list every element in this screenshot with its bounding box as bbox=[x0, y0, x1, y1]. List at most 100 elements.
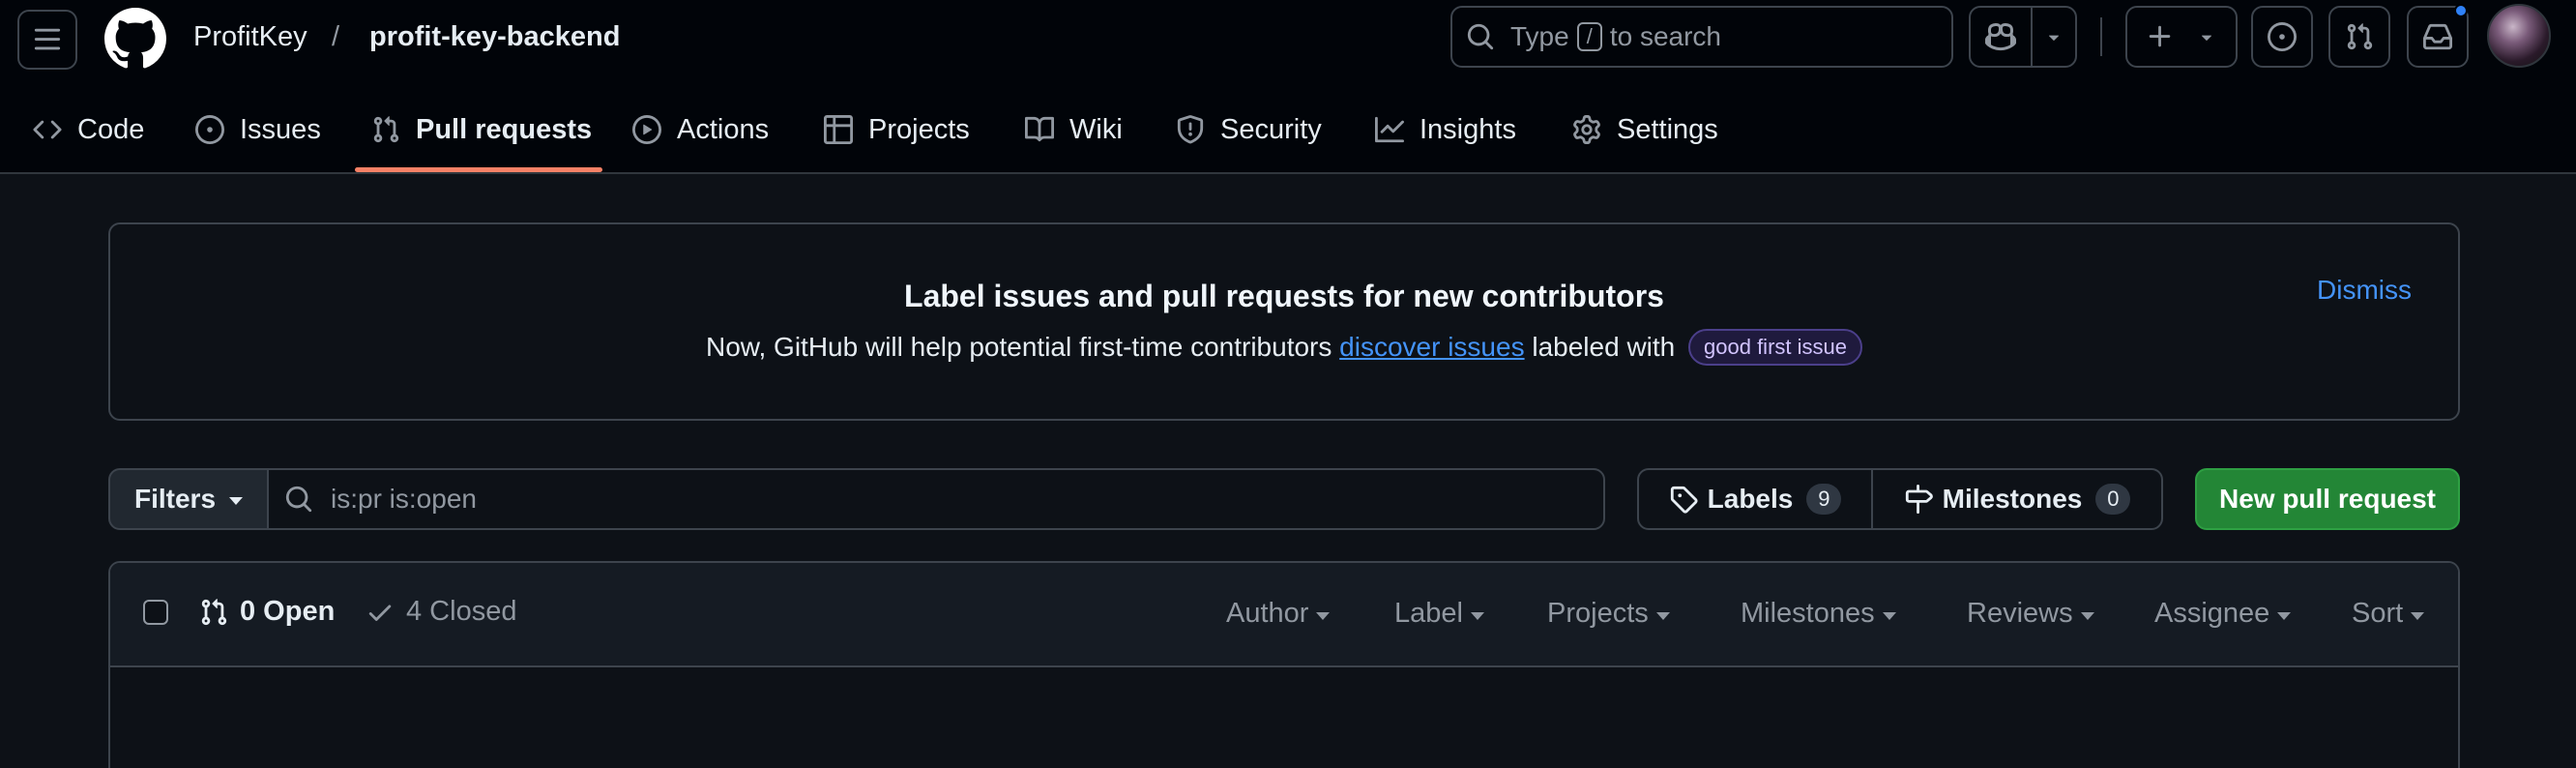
labels-button[interactable]: Labels 9 bbox=[1639, 470, 1873, 528]
filters-label: Filters bbox=[133, 484, 217, 514]
triangle-down-icon bbox=[2043, 26, 2064, 47]
banner-title: Label issues and pull requests for new c… bbox=[904, 279, 1664, 313]
good-first-issue-label[interactable]: good first issue bbox=[1688, 329, 1862, 366]
labels-label: Labels bbox=[1707, 484, 1794, 514]
assignee-filter[interactable]: Assignee bbox=[2154, 598, 2292, 630]
gear-icon bbox=[1572, 115, 1601, 144]
search-suffix: to search bbox=[1609, 21, 1721, 51]
projects-filter-label: Projects bbox=[1547, 598, 1649, 629]
tab-label: Pull requests bbox=[416, 113, 593, 145]
table-icon bbox=[824, 115, 853, 144]
triangle-down-icon bbox=[2411, 611, 2425, 620]
triangle-down-icon bbox=[1470, 611, 1484, 620]
pull-request-icon bbox=[2345, 22, 2374, 51]
graph-icon bbox=[1375, 115, 1404, 144]
dismiss-button[interactable]: Dismiss bbox=[2317, 275, 2412, 306]
triangle-down-icon bbox=[2277, 611, 2292, 620]
avatar[interactable] bbox=[2487, 4, 2551, 68]
triangle-down-icon bbox=[1316, 611, 1331, 620]
search-prefix: Type bbox=[1510, 21, 1569, 51]
tab-wiki[interactable]: Wiki bbox=[1025, 108, 1123, 151]
create-new-button[interactable] bbox=[2125, 6, 2238, 68]
open-count: 0 Open bbox=[240, 596, 336, 627]
triangle-down-icon bbox=[2196, 26, 2217, 47]
active-tab-indicator bbox=[355, 167, 602, 172]
milestones-button[interactable]: Milestones 0 bbox=[1873, 470, 2161, 528]
tab-settings[interactable]: Settings bbox=[1572, 108, 1718, 151]
search-icon bbox=[1466, 22, 1495, 51]
play-icon bbox=[632, 115, 661, 144]
labels-milestones-group: Labels 9 Milestones 0 bbox=[1637, 468, 2163, 530]
milestones-filter-label: Milestones bbox=[1741, 598, 1875, 629]
milestones-filter[interactable]: Milestones bbox=[1741, 598, 1896, 630]
tab-label: Security bbox=[1220, 113, 1322, 145]
issue-opened-icon bbox=[195, 115, 224, 144]
filters-button[interactable]: Filters bbox=[108, 468, 269, 530]
github-mark-icon[interactable] bbox=[104, 8, 166, 70]
your-issues-button[interactable] bbox=[2251, 6, 2313, 68]
copilot-button-group bbox=[1969, 6, 2077, 68]
tab-pull-requests[interactable]: Pull requests bbox=[371, 108, 592, 151]
book-icon bbox=[1025, 115, 1054, 144]
banner-text: Now, GitHub will help potential first-ti… bbox=[110, 329, 2458, 366]
open-filter-link[interactable]: 0 Open bbox=[199, 596, 335, 628]
contributors-banner: Label issues and pull requests for new c… bbox=[108, 222, 2460, 421]
discover-issues-link[interactable]: discover issues bbox=[1339, 332, 1524, 362]
shield-icon bbox=[1176, 115, 1205, 144]
your-pull-requests-button[interactable] bbox=[2328, 6, 2390, 68]
banner-text-before: Now, GitHub will help potential first-ti… bbox=[706, 332, 1332, 362]
git-pull-request-icon bbox=[199, 598, 228, 627]
new-pull-request-button[interactable]: New pull request bbox=[2195, 468, 2460, 530]
git-pull-request-icon bbox=[371, 115, 400, 144]
filter-search-value: is:pr is:open bbox=[331, 484, 477, 514]
breadcrumb-separator: / bbox=[332, 21, 340, 52]
copilot-icon bbox=[1985, 21, 2016, 52]
tab-code[interactable]: Code bbox=[33, 108, 144, 151]
filter-search-input[interactable]: is:pr is:open bbox=[267, 468, 1605, 530]
triangle-down-icon bbox=[1655, 611, 1670, 620]
copilot-dropdown-button[interactable] bbox=[2033, 8, 2075, 66]
tab-issues[interactable]: Issues bbox=[195, 108, 321, 151]
tab-label: Projects bbox=[868, 113, 970, 145]
closed-filter-link[interactable]: 4 Closed bbox=[366, 596, 516, 628]
projects-filter[interactable]: Projects bbox=[1547, 598, 1670, 630]
milestones-count: 0 bbox=[2095, 484, 2131, 515]
banner-text-after: labeled with bbox=[1532, 332, 1676, 362]
list-header: 0 Open 4 Closed Author Label Projects Mi… bbox=[110, 563, 2458, 667]
tab-label: Insights bbox=[1420, 113, 1516, 145]
tab-insights[interactable]: Insights bbox=[1375, 108, 1516, 151]
notification-indicator bbox=[2454, 4, 2468, 17]
reviews-filter[interactable]: Reviews bbox=[1967, 598, 2094, 630]
triangle-down-icon bbox=[1882, 611, 1896, 620]
author-filter[interactable]: Author bbox=[1226, 598, 1331, 630]
tab-actions[interactable]: Actions bbox=[632, 108, 769, 151]
label-filter[interactable]: Label bbox=[1394, 598, 1484, 630]
author-filter-label: Author bbox=[1226, 598, 1309, 629]
header-divider bbox=[2100, 17, 2102, 56]
tab-label: Settings bbox=[1617, 113, 1718, 145]
sort-dropdown[interactable]: Sort bbox=[2352, 598, 2425, 630]
tab-label: Issues bbox=[240, 113, 321, 145]
label-filter-label: Label bbox=[1394, 598, 1463, 629]
select-all-checkbox[interactable] bbox=[143, 600, 168, 625]
code-icon bbox=[33, 115, 62, 144]
hamburger-menu-button[interactable] bbox=[17, 10, 77, 70]
search-shortcut-key: / bbox=[1576, 22, 1602, 51]
milestone-icon bbox=[1904, 485, 1933, 514]
tab-security[interactable]: Security bbox=[1176, 108, 1322, 151]
copilot-button[interactable] bbox=[1971, 8, 2033, 66]
search-icon bbox=[284, 485, 331, 514]
triangle-down-icon bbox=[229, 497, 244, 505]
tab-label: Actions bbox=[677, 113, 770, 145]
labels-count: 9 bbox=[1806, 484, 1842, 515]
pull-request-list: 0 Open 4 Closed Author Label Projects Mi… bbox=[108, 561, 2460, 768]
sort-dropdown-label: Sort bbox=[2352, 598, 2404, 629]
plus-icon bbox=[2146, 22, 2175, 51]
breadcrumb-repo[interactable]: profit-key-backend bbox=[369, 19, 620, 54]
triangle-down-icon bbox=[2080, 611, 2094, 620]
reviews-filter-label: Reviews bbox=[1967, 598, 2073, 629]
tab-label: Code bbox=[77, 113, 145, 145]
breadcrumb-owner[interactable]: ProfitKey bbox=[193, 19, 307, 54]
tab-projects[interactable]: Projects bbox=[824, 108, 970, 151]
global-search-input[interactable]: Type / to search bbox=[1450, 6, 1953, 68]
